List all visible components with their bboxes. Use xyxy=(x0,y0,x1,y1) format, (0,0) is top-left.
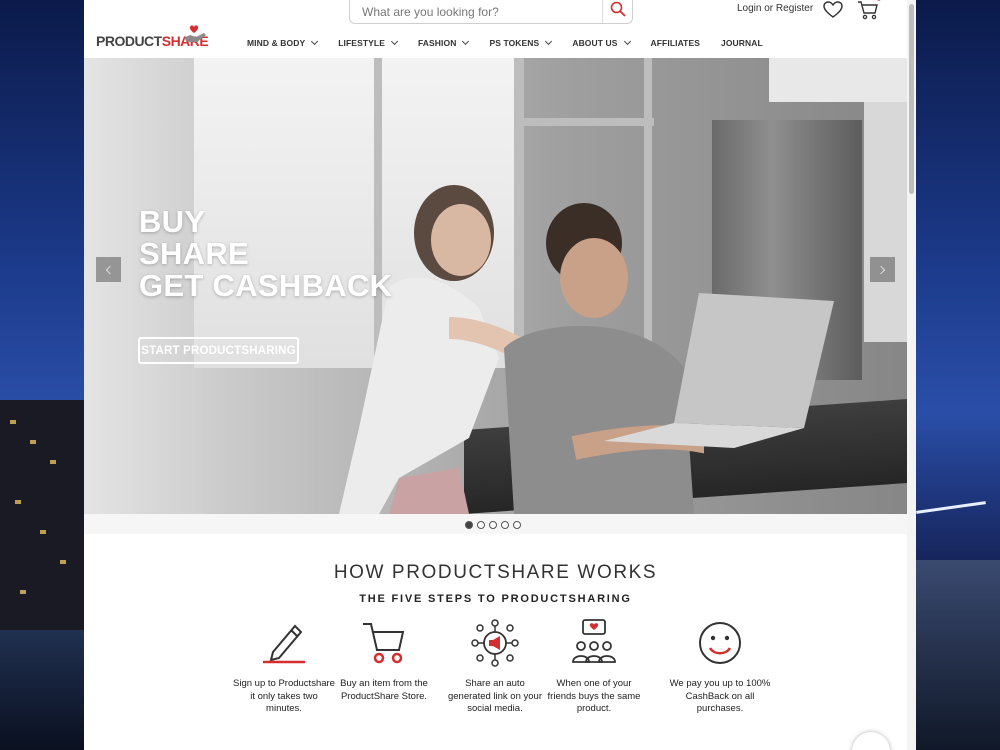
nav-journal[interactable]: JOURNAL xyxy=(721,37,763,49)
chevron-down-icon xyxy=(623,37,631,46)
chevron-right-icon xyxy=(876,265,886,274)
nav-affiliates[interactable]: AFFILIATES xyxy=(651,37,700,49)
hero-photo-laptop xyxy=(604,293,834,448)
step-1-text: Sign up to Productshare it only takes tw… xyxy=(233,678,335,714)
carousel-dot[interactable] xyxy=(513,521,521,529)
site-header: Login or Register 0 PRODUCTSHARE MIND & … xyxy=(84,0,907,58)
logo-hand-heart-icon xyxy=(184,25,206,42)
browser-viewport: Login or Register 0 PRODUCTSHARE MIND & … xyxy=(84,0,916,750)
megaphone-network-icon xyxy=(471,619,519,667)
step-5: We pay you up to 100% CashBack on all pu… xyxy=(665,618,775,716)
chevron-down-icon xyxy=(390,37,399,46)
smiley-icon xyxy=(699,622,741,664)
scrollbar-thumb[interactable] xyxy=(909,4,914,194)
search-icon xyxy=(610,1,626,17)
pencil-icon xyxy=(263,624,305,664)
step-4-text: When one of your friends buys the same p… xyxy=(547,678,641,714)
nav-ps-tokens[interactable]: PS TOKENS xyxy=(489,37,553,49)
search-bar xyxy=(349,0,633,24)
step-3: Share an auto generated link on your soc… xyxy=(440,618,550,716)
friends-icon xyxy=(572,619,616,663)
carousel-next-button[interactable] xyxy=(870,257,895,282)
chevron-down-icon xyxy=(545,37,553,46)
carousel-dot[interactable] xyxy=(501,521,509,529)
nav-lifestyle[interactable]: LIFESTYLE xyxy=(338,37,399,49)
search-button[interactable] xyxy=(602,0,632,23)
step-1: Sign up to Productshare it only takes tw… xyxy=(229,618,339,716)
carousel-prev-button[interactable] xyxy=(96,257,121,282)
section-title: HOW PRODUCTSHARE WORKS xyxy=(333,562,658,583)
cart-icon[interactable] xyxy=(857,0,879,20)
step-5-text: We pay you up to 100% CashBack on all pu… xyxy=(669,678,771,714)
section-subtitle: THE FIVE STEPS TO PRODUCTSHARING xyxy=(359,593,632,605)
nav-about-us[interactable]: ABOUT US xyxy=(572,37,631,49)
nav-mind-body[interactable]: MIND & BODY xyxy=(247,37,319,49)
chevron-down-icon xyxy=(462,37,470,46)
wishlist-heart-icon[interactable] xyxy=(823,1,843,19)
productshare-logo[interactable]: PRODUCTSHARE xyxy=(96,24,209,50)
start-productsharing-button[interactable]: START PRODUCTSHARING xyxy=(138,337,299,364)
page-scrollbar[interactable] xyxy=(907,0,916,750)
cart-count-badge: 0 xyxy=(877,0,881,3)
chat-widget-button[interactable] xyxy=(852,732,890,750)
chevron-down-icon xyxy=(311,37,319,46)
step-2: Buy an item from the ProductShare Store. xyxy=(329,618,439,703)
login-register-link[interactable]: Login or Register xyxy=(737,3,813,14)
main-navigation: MIND & BODY LIFESTYLE FASHION PS TOKENS … xyxy=(247,37,784,49)
cart-icon xyxy=(363,623,405,664)
step-2-text: Buy an item from the ProductShare Store. xyxy=(340,678,428,702)
step-4: When one of your friends buys the same p… xyxy=(539,618,649,716)
carousel-dot[interactable] xyxy=(477,521,485,529)
carousel-pagination xyxy=(84,514,907,534)
carousel-dot[interactable] xyxy=(489,521,497,529)
nav-fashion[interactable]: FASHION xyxy=(418,37,470,49)
chevron-left-icon xyxy=(105,265,115,274)
hero-headline: BUY SHARE GET CASHBACK xyxy=(139,204,393,303)
search-input[interactable] xyxy=(362,3,592,21)
hero-carousel: BUY SHARE GET CASHBACK START PRODUCTSHAR… xyxy=(84,58,907,514)
carousel-dot[interactable] xyxy=(465,521,473,529)
step-3-text: Share an auto generated link on your soc… xyxy=(447,678,542,714)
